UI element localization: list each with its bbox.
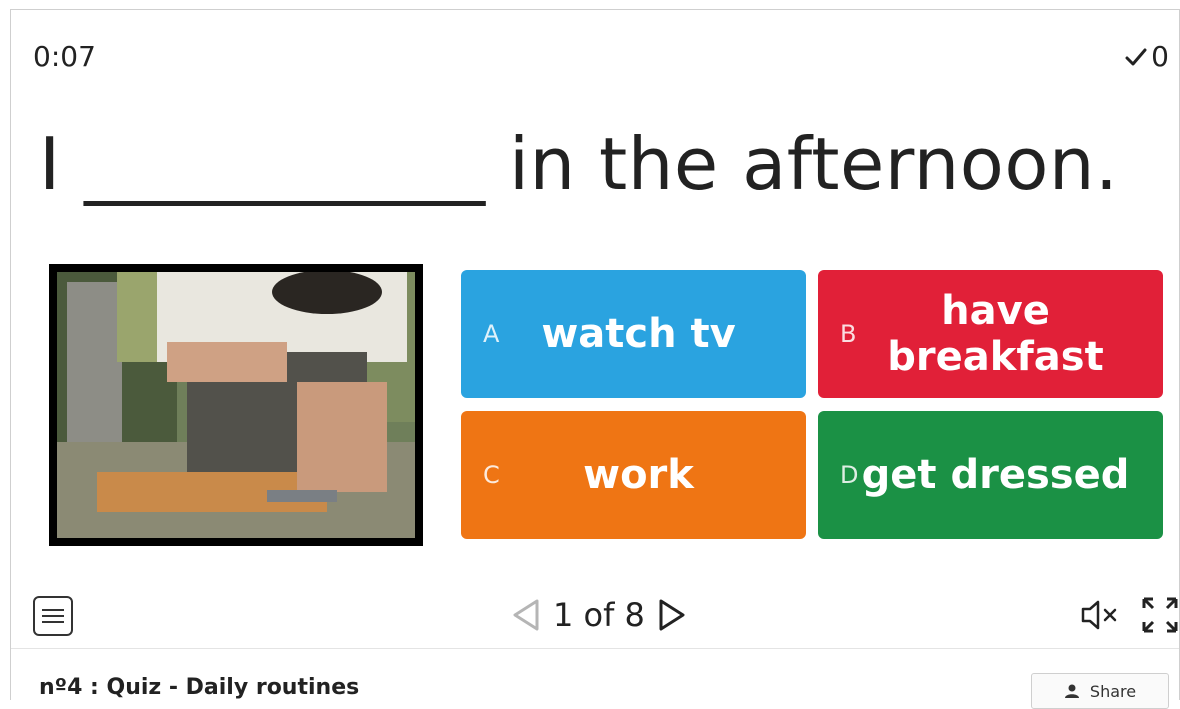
answer-a-button[interactable]: A watch tv	[461, 270, 806, 398]
answer-b-text: have breakfast	[887, 288, 1104, 380]
page-indicator: 1 of 8	[553, 596, 645, 634]
menu-icon-line	[42, 615, 64, 617]
mute-icon[interactable]	[1079, 598, 1121, 632]
quiz-frame: 0:07 0 I ___________ in the afternoon. A…	[10, 9, 1180, 709]
check-icon	[1125, 48, 1147, 65]
answer-c-button[interactable]: C work	[461, 411, 806, 539]
menu-button[interactable]	[33, 596, 73, 636]
question-text: I ___________ in the afternoon.	[39, 122, 1119, 206]
user-icon	[1064, 684, 1079, 698]
share-label: Share	[1089, 681, 1137, 701]
menu-icon-line	[42, 621, 64, 623]
fullscreen-icon[interactable]	[1141, 596, 1179, 634]
answer-d-button[interactable]: D get dressed	[818, 411, 1163, 539]
pager: 1 of 8	[511, 592, 687, 638]
answer-d-text: get dressed	[861, 452, 1130, 498]
question-image	[49, 264, 423, 546]
next-arrow-icon[interactable]	[657, 597, 687, 633]
activity-title: nº4 : Quiz - Daily routines	[39, 675, 360, 700]
footer-bar: nº4 : Quiz - Daily routines Share	[11, 648, 1179, 709]
score: 0	[1125, 40, 1169, 73]
menu-icon-line	[42, 609, 64, 611]
answer-a-letter: A	[483, 320, 500, 348]
score-value: 0	[1151, 40, 1169, 73]
share-button[interactable]: Share	[1031, 673, 1169, 709]
answer-b-button[interactable]: B have breakfast	[818, 270, 1163, 398]
answer-a-text: watch tv	[541, 311, 736, 357]
answer-b-letter: B	[840, 320, 857, 348]
answer-c-text: work	[583, 452, 694, 498]
previous-arrow-icon[interactable]	[511, 597, 541, 633]
carpenter-photo	[57, 272, 415, 538]
timer: 0:07	[33, 40, 96, 73]
answer-d-letter: D	[840, 461, 859, 489]
answer-c-letter: C	[483, 461, 500, 489]
